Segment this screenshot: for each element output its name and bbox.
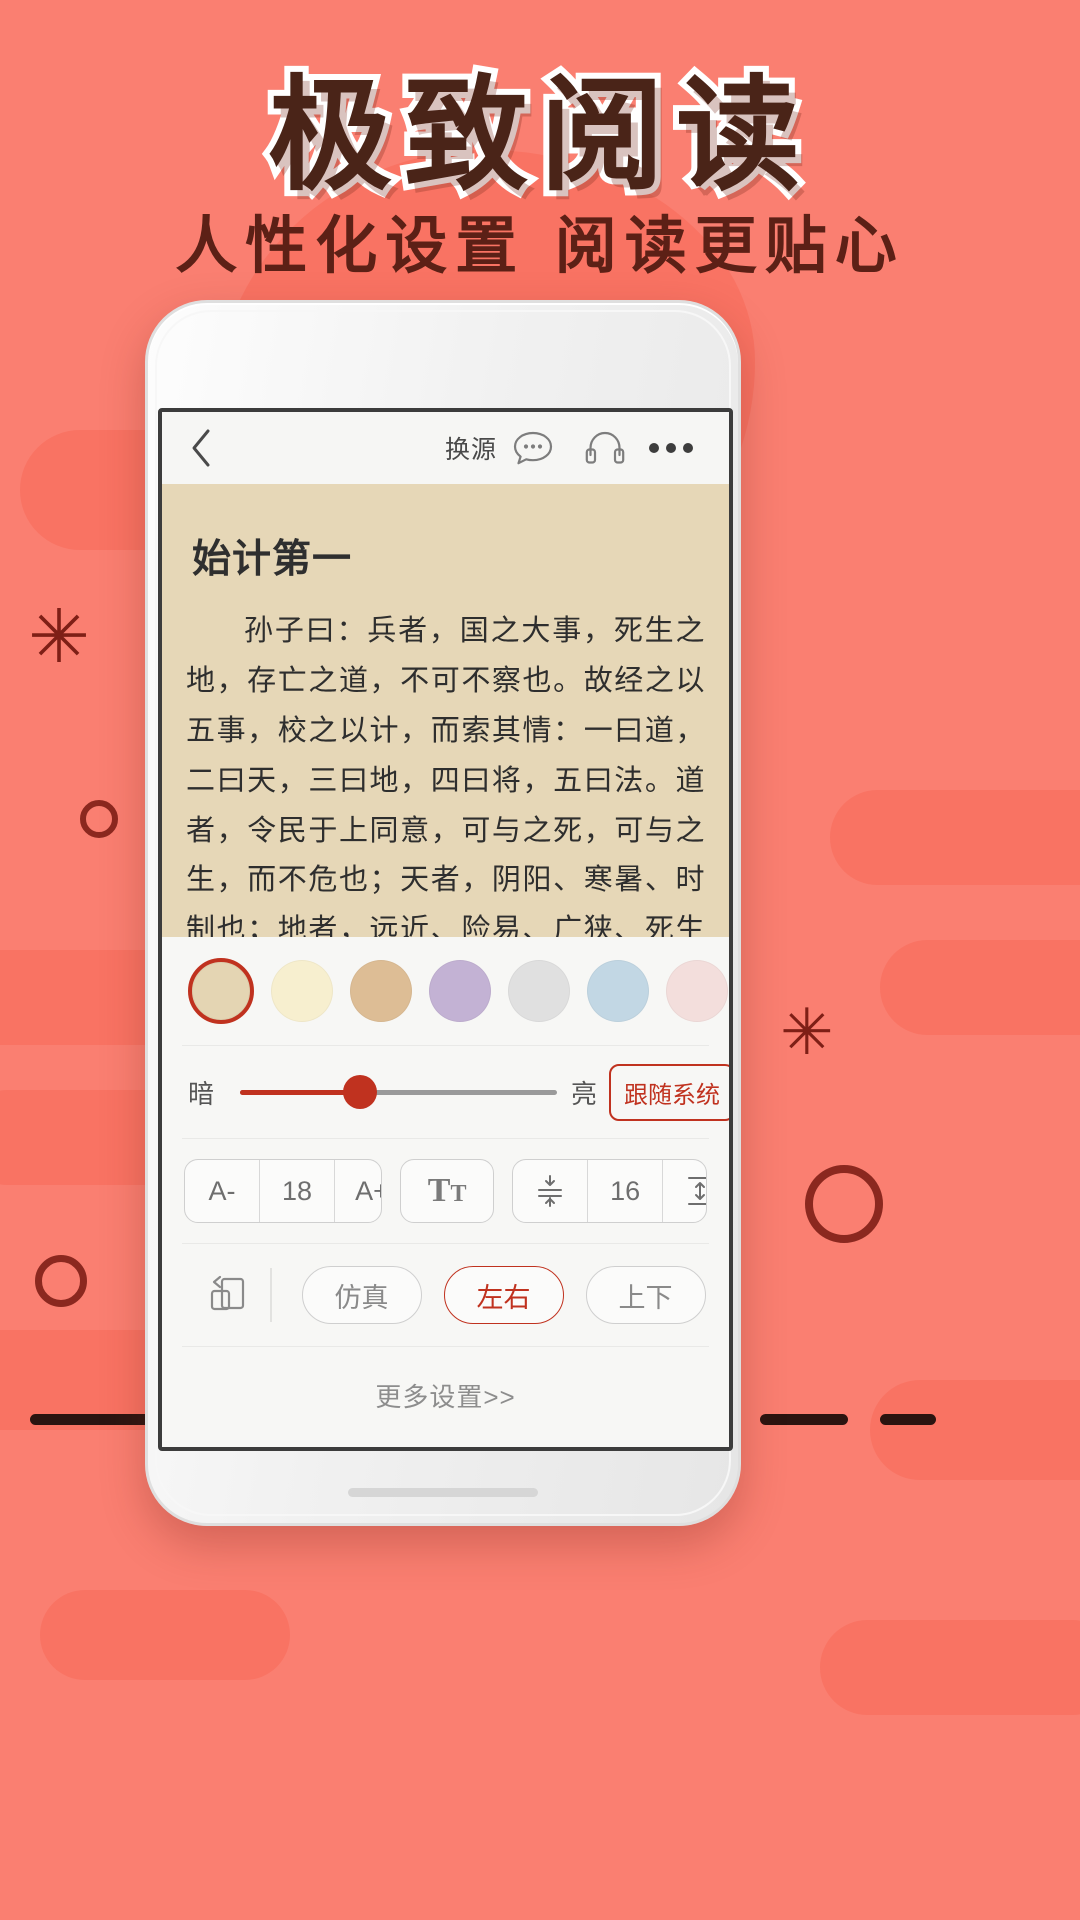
swatch-theme-cream[interactable] [271,960,333,1022]
dash-decor [880,1414,936,1425]
brightness-slider[interactable] [240,1075,557,1109]
promo-headline: 极致阅读 [262,58,812,214]
background-blob [830,790,1080,885]
typeface-button[interactable]: TT [400,1159,495,1223]
typeface-tt-icon: TT [427,1172,467,1209]
swatch-theme-beige[interactable] [188,958,254,1024]
brightness-dark-label: 暗 [188,1078,215,1109]
ellipsis-dot [666,443,676,453]
chevron-left-icon [192,429,210,467]
page-flip-button[interactable] [184,1272,270,1318]
swatch-theme-gray[interactable] [508,960,570,1022]
reader-navbar: 换源 [162,412,729,484]
swatch-theme-tan[interactable] [350,960,412,1022]
swatch-theme-blue[interactable] [587,960,649,1022]
font-settings-row: A- 18 A+ TT 16 [162,1139,729,1243]
chapter-body: 孙子曰：兵者，国之大事，死生之地，存亡之道，不可不察也。故经之以五事，校之以计，… [186,606,705,937]
font-size-decrease-button[interactable]: A- [185,1160,259,1222]
sparkle-decor-icon: ✳ [28,595,91,678]
ellipsis-dot [649,443,659,453]
background-blob [820,1620,1080,1715]
follow-system-button[interactable]: 跟随系统 [609,1063,729,1121]
slider-fill [240,1089,361,1095]
circle-outline-decor-icon [80,800,118,838]
reader-content[interactable]: 始计第一 孙子曰：兵者，国之大事，死生之地，存亡之道，不可不察也。故经之以五事，… [162,484,729,937]
font-size-increase-button[interactable]: A+ [334,1160,381,1222]
more-settings-link[interactable]: 更多设置>> [375,1377,515,1414]
page-flip-icon [210,1275,245,1311]
ellipsis-dot [683,443,693,453]
headphones-icon [585,431,625,464]
swatch-theme-purple[interactable] [429,960,491,1022]
more-settings-row: 更多设置>> [162,1347,729,1443]
dash-decor [760,1414,848,1425]
line-spacing-stepper: 16 [512,1159,707,1223]
page-turn-row: 仿真 左右 上下 [162,1244,729,1346]
font-size-stepper: A- 18 A+ [184,1159,383,1223]
phone-mockup: 换源 始计第一 孙子曰：兵者，国之大事，死生之地，存亡之道，不可不察也。故经之以… [145,300,741,1526]
promo-subline: 人性化设置 阅读更贴心 [175,209,905,282]
page-turn-option-左右[interactable]: 左右 [443,1266,564,1324]
circle-outline-decor-icon [805,1165,883,1243]
swatch-theme-pink[interactable] [666,960,728,1022]
slider-knob[interactable] [343,1075,378,1109]
background-blob [880,940,1080,1035]
background-blob [40,1590,290,1680]
sparkle-decor-icon: ✳ [780,996,834,1068]
reader-settings-panel: 暗 亮 跟随系统 A- 18 A+ TT [162,937,729,1447]
chapter-title: 始计第一 [192,537,353,582]
brightness-row: 暗 亮 跟随系统 [162,1046,729,1138]
chat-bubble-icon [513,431,553,465]
line-spacing-increase-button[interactable] [662,1160,707,1222]
line-spacing-decrease-icon [538,1175,563,1207]
font-size-value: 18 [259,1160,334,1222]
change-source-button[interactable]: 换源 [445,430,497,466]
phone-screen: 换源 始计第一 孙子曰：兵者，国之大事，死生之地，存亡之道，不可不察也。故经之以… [158,408,733,1451]
page-turn-options: 仿真 左右 上下 [280,1266,708,1324]
line-spacing-value: 16 [587,1160,662,1222]
row-separator [270,1268,272,1322]
line-spacing-decrease-button[interactable] [513,1160,587,1222]
page-turn-option-上下[interactable]: 上下 [585,1266,706,1324]
line-spacing-increase-icon [688,1177,707,1205]
more-menu-button[interactable] [641,443,701,453]
circle-outline-decor-icon [35,1255,87,1307]
brightness-bright-label: 亮 [570,1078,597,1109]
back-button[interactable] [190,428,236,468]
listen-button[interactable] [569,429,641,467]
dash-decor [30,1414,150,1425]
home-indicator [348,1488,538,1497]
comment-button[interactable] [497,429,569,467]
theme-swatch-row [162,937,729,1045]
background-blob [870,1380,1080,1480]
page-turn-option-仿真[interactable]: 仿真 [301,1266,422,1324]
chapter-paragraph: 孙子曰：兵者，国之大事，死生之地，存亡之道，不可不察也。故经之以五事，校之以计，… [186,613,705,937]
